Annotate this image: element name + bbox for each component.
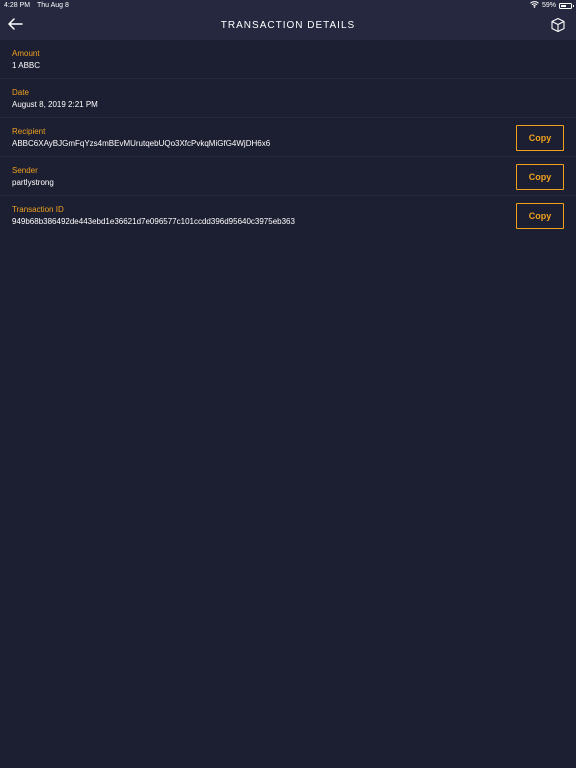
date-row: Date August 8, 2019 2:21 PM	[0, 79, 576, 118]
status-right: 59%	[530, 1, 574, 10]
recipient-row: Recipient ABBC6XAyBJGmFqYzs4mBEvMUrutqeb…	[0, 118, 576, 157]
battery-icon	[559, 2, 574, 9]
battery-percent: 59%	[541, 2, 556, 9]
page-title: TRANSACTION DETAILS	[220, 20, 356, 31]
sender-label: Sender	[12, 166, 38, 175]
status-date: Thu Aug 8	[37, 2, 69, 9]
recipient-label: Recipient	[12, 127, 46, 136]
transaction-details-list: Amount 1 ABBC Date August 8, 2019 2:21 P…	[0, 40, 576, 235]
copy-recipient-button[interactable]: Copy	[516, 125, 564, 151]
amount-value: 1 ABBC	[12, 61, 41, 70]
cube-icon[interactable]	[550, 17, 566, 33]
copy-transaction-id-button[interactable]: Copy	[516, 203, 564, 229]
amount-label: Amount	[12, 49, 40, 58]
date-label: Date	[12, 88, 29, 97]
date-value: August 8, 2019 2:21 PM	[12, 100, 98, 109]
battery-fill	[561, 4, 567, 7]
sender-value: partlystrong	[12, 178, 54, 187]
navigation-bar: TRANSACTION DETAILS	[0, 12, 576, 40]
wifi-icon	[530, 1, 539, 10]
amount-row: Amount 1 ABBC	[0, 40, 576, 79]
sender-row: Sender partlystrong Copy	[0, 157, 576, 196]
transaction-id-row: Transaction ID 949b68b386492de443ebd1e36…	[0, 196, 576, 235]
recipient-value: ABBC6XAyBJGmFqYzs4mBEvMUrutqebUQo3XfcPvk…	[12, 139, 271, 148]
copy-sender-button[interactable]: Copy	[516, 164, 564, 190]
transaction-id-label: Transaction ID	[12, 205, 64, 214]
status-time: 4:28 PM	[4, 2, 31, 9]
transaction-id-value: 949b68b386492de443ebd1e36621d7e096577c10…	[12, 217, 295, 226]
status-bar: 4:28 PM Thu Aug 8 59%	[0, 0, 576, 12]
